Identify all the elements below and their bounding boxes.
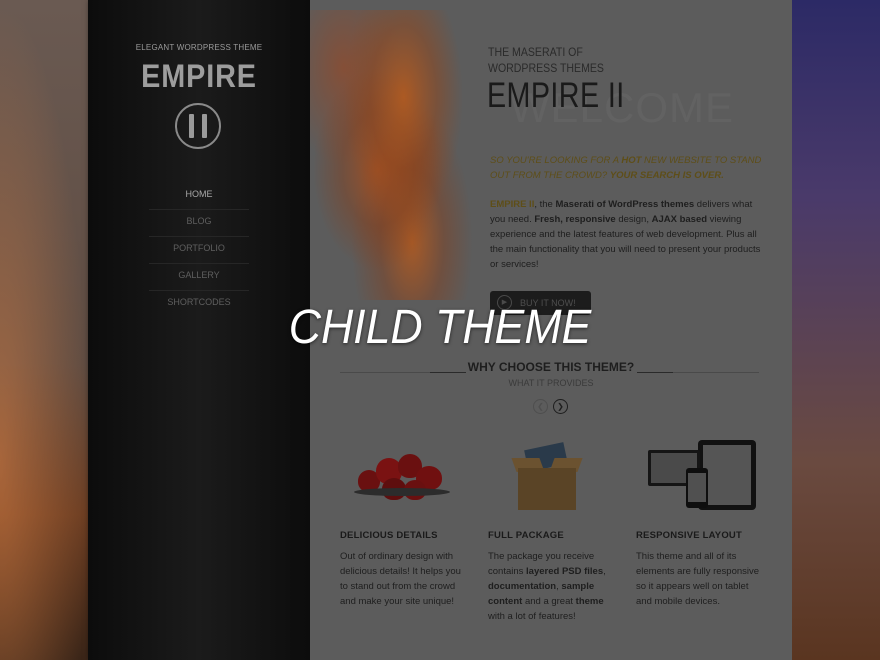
overlay: CHILD THEME <box>0 0 880 660</box>
overlay-title: CHILD THEME <box>288 301 592 354</box>
